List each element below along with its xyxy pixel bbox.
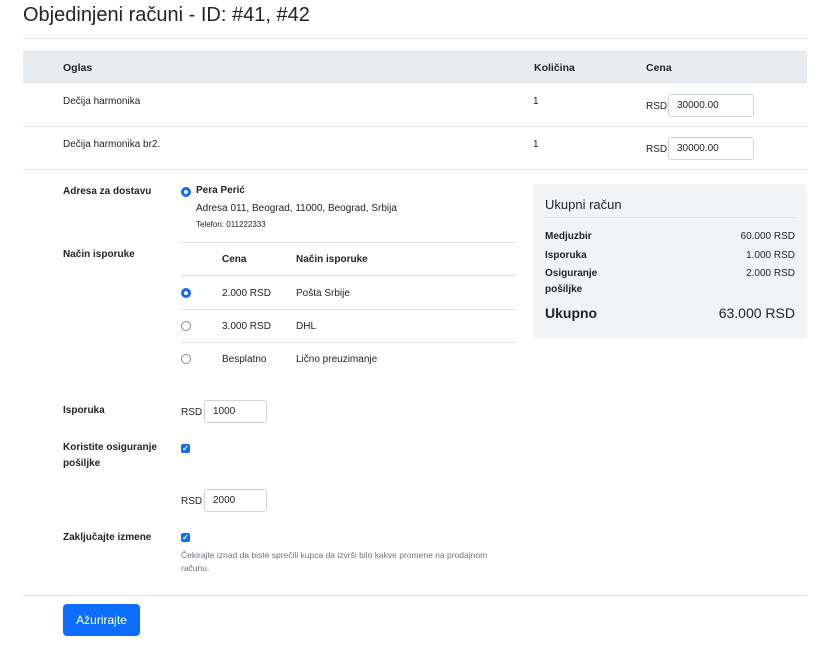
delivery-method-label: Način isporuke: [63, 249, 135, 260]
delivery-cost-input[interactable]: [204, 400, 267, 423]
summary-divider: [545, 217, 796, 218]
lock-changes-label: Zaključajte izmene: [63, 532, 152, 543]
summary-row-label: Isporuka: [545, 250, 587, 261]
summary-row-value: 2.000 RSD: [746, 268, 795, 279]
summary-total-label: Ukupno: [545, 305, 598, 321]
item-price-input[interactable]: [668, 137, 754, 160]
lock-changes-checkbox[interactable]: ✓: [181, 533, 190, 542]
item-price-input[interactable]: [668, 94, 754, 117]
delivery-header-divider: [181, 275, 516, 276]
title-divider: [23, 38, 807, 39]
delivery-cost-label: Isporuka: [63, 405, 105, 416]
delivery-option-radio[interactable]: [181, 288, 191, 298]
delivery-option-method: Pošta Srbije: [296, 288, 350, 299]
currency-prefix: RSD: [646, 144, 668, 155]
insurance-label: Koristite osiguranje pošiljke: [63, 442, 157, 469]
items-table-header: Oglas Količina Cena: [23, 51, 807, 83]
address-radio[interactable]: [181, 187, 191, 197]
recipient-address: Adresa 011, Beograd, 11000, Beograd, Srb…: [196, 203, 397, 214]
column-header-ad: Oglas: [63, 62, 93, 74]
insurance-cost-input[interactable]: [204, 489, 267, 512]
lock-changes-help-text: Čekirajte iznad da biste sprečili kupca …: [181, 550, 488, 573]
delivery-column-price: Cena: [222, 254, 247, 265]
delivery-option-radio[interactable]: [181, 354, 191, 364]
delivery-option-price: Besplatno: [222, 354, 267, 365]
recipient-phone: Telefon: 011222333: [196, 220, 266, 229]
currency-prefix: RSD: [646, 101, 668, 112]
currency-prefix: RSD: [181, 407, 203, 418]
insurance-checkbox[interactable]: ✓: [181, 444, 190, 453]
footer-divider: [23, 595, 807, 596]
summary-title: Ukupni račun: [545, 197, 622, 212]
summary-row-value: 60.000 RSD: [740, 231, 795, 242]
recipient-name: Pera Perić: [196, 185, 245, 196]
delivery-option-method: DHL: [296, 321, 317, 332]
currency-prefix: RSD: [181, 496, 203, 507]
summary-row-value: 1.000 RSD: [746, 250, 795, 261]
delivery-option-method: Lično preuzimanje: [296, 354, 378, 365]
row-divider: [23, 126, 807, 127]
shipping-address-label: Adresa za dostavu: [63, 186, 152, 197]
delivery-option-price: 2.000 RSD: [222, 288, 271, 299]
row-divider: [23, 169, 807, 170]
item-quantity: 1: [533, 139, 539, 150]
delivery-option-radio[interactable]: [181, 321, 191, 331]
delivery-row-divider: [181, 309, 516, 310]
delivery-row-divider: [181, 342, 516, 343]
column-header-quantity: Količina: [534, 62, 575, 74]
item-name: Dečija harmonika: [63, 96, 141, 107]
summary-row-label: Osiguranje pošiljke: [545, 268, 598, 295]
item-quantity: 1: [533, 96, 539, 107]
item-name: Dečija harmonika br2.: [63, 139, 161, 150]
summary-total-value: 63.000 RSD: [718, 305, 795, 321]
delivery-table-top-border: [181, 242, 516, 243]
delivery-column-method: Način isporuke: [296, 254, 368, 265]
page-title: Objedinjeni računi - ID: #41, #42: [23, 4, 310, 26]
column-header-price: Cena: [646, 62, 672, 74]
update-button[interactable]: Ažurirajte: [63, 604, 140, 636]
summary-row-label: Medjuzbir: [545, 231, 592, 242]
delivery-option-price: 3.000 RSD: [222, 321, 271, 332]
